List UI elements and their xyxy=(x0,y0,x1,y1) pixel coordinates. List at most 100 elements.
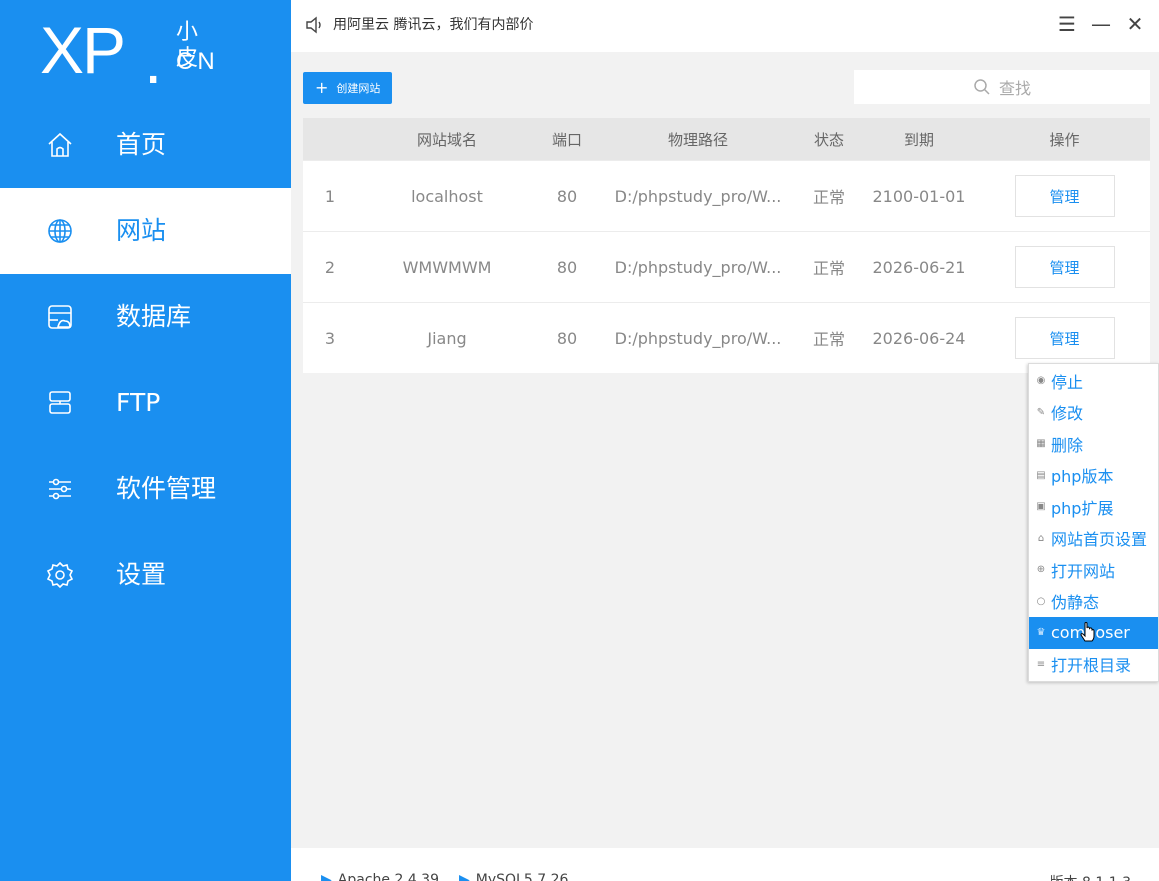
sidebar-nav: 首页 网站 数据库 FTP 软件管理 设置 xyxy=(0,102,291,618)
mysql-status[interactable]: ▶ MySQL5.7.26 xyxy=(459,872,568,881)
search-icon xyxy=(974,79,990,95)
php-extension-icon: ▣ xyxy=(1036,501,1046,513)
row-index: 3 xyxy=(324,328,336,348)
row-expire: 2026-06-24 xyxy=(872,328,966,348)
top-bar: 用阿里云 腾讯云，我们有内部价 ☰ — ✕ xyxy=(291,0,1159,52)
row-domain: WMWMWM xyxy=(402,257,492,277)
menu-item-open-site[interactable]: ⊕ 打开网站 xyxy=(1029,554,1158,586)
sidebar-item-label: 网站 xyxy=(116,216,167,245)
mysql-label: MySQL5.7.26 xyxy=(475,872,569,881)
row-state: 正常 xyxy=(812,188,845,207)
row-expire: 2026-06-21 xyxy=(872,257,966,277)
menu-item-homepage-settings[interactable]: ⌂ 网站首页设置 xyxy=(1029,523,1158,555)
globe-icon xyxy=(46,217,74,245)
trash-icon: ▦ xyxy=(1036,438,1046,450)
sidebar-item-software[interactable]: 软件管理 xyxy=(0,446,291,532)
table-row: 2 WMWMWM 80 D:/phpstudy_pro/W... 正常 2026… xyxy=(303,231,1150,302)
menu-item-edit[interactable]: ✎ 修改 xyxy=(1029,397,1158,429)
row-expire: 2100-01-01 xyxy=(872,186,966,206)
logo-xp: XP xyxy=(40,13,126,87)
minimize-button[interactable]: — xyxy=(1091,12,1111,36)
manage-button[interactable]: 管理 xyxy=(1014,317,1115,359)
speaker-icon xyxy=(305,15,323,35)
ftp-server-icon xyxy=(46,389,74,417)
php-version-icon: ▤ xyxy=(1036,469,1046,481)
play-icon: ▶ xyxy=(459,872,470,881)
sidebar-item-label: 数据库 xyxy=(116,302,192,331)
row-state: 正常 xyxy=(812,259,845,278)
close-button[interactable]: ✕ xyxy=(1125,12,1145,36)
website-table: 网站域名 端口 物理路径 状态 到期 操作 1 localhost 80 D:/… xyxy=(303,118,1150,373)
homepage-icon: ⌂ xyxy=(1037,532,1045,544)
logo-dot: . xyxy=(144,23,163,97)
sidebar-item-website[interactable]: 网站 xyxy=(0,188,291,274)
row-path: D:/phpstudy_pro/W... xyxy=(614,186,782,206)
row-port: 80 xyxy=(556,186,578,206)
search-input[interactable]: 查找 xyxy=(854,70,1150,104)
row-state: 正常 xyxy=(812,330,845,349)
manage-button[interactable]: 管理 xyxy=(1014,246,1115,288)
header-domain: 网站域名 xyxy=(416,130,477,149)
version-label: 版本 8.1.1.3 xyxy=(1050,872,1131,881)
menu-item-label: 打开根目录 xyxy=(1051,656,1132,676)
stop-icon: ◉ xyxy=(1036,375,1046,387)
header-path: 物理路径 xyxy=(667,130,728,149)
create-website-label: 创建网站 xyxy=(336,82,381,95)
status-footer: ▶ Apache 2.4.39 ▶ MySQL5.7.26 版本 8.1.1.3 xyxy=(291,848,1159,881)
menu-item-label: 打开网站 xyxy=(1051,561,1116,581)
promo-notice[interactable]: 用阿里云 腾讯云，我们有内部价 xyxy=(333,15,533,35)
gear-icon xyxy=(46,561,74,589)
sidebar-item-label: 软件管理 xyxy=(116,474,217,503)
row-action-cell: 管理 xyxy=(979,175,1150,217)
menu-item-label: 伪静态 xyxy=(1051,593,1100,613)
logo-cn: CN xyxy=(176,48,219,75)
table-row: 1 localhost 80 D:/phpstudy_pro/W... 正常 2… xyxy=(303,160,1150,231)
edit-icon: ✎ xyxy=(1036,406,1046,418)
menu-item-delete[interactable]: ▦ 删除 xyxy=(1029,428,1158,460)
row-path: D:/phpstudy_pro/W... xyxy=(614,257,782,277)
sidebar-item-label: FTP xyxy=(116,388,161,417)
create-website-button[interactable]: + 创建网站 xyxy=(303,72,393,104)
menu-icon[interactable]: ☰ xyxy=(1057,12,1077,36)
table-row: 3 Jiang 80 D:/phpstudy_pro/W... 正常 2026-… xyxy=(303,302,1150,373)
menu-item-label: 停止 xyxy=(1051,372,1084,392)
menu-item-open-root[interactable]: ≡ 打开根目录 xyxy=(1029,649,1158,681)
sidebar-item-database[interactable]: 数据库 xyxy=(0,274,291,360)
folder-list-icon: ≡ xyxy=(1036,658,1046,670)
sidebar-item-home[interactable]: 首页 xyxy=(0,102,291,188)
menu-item-stop[interactable]: ◉ 停止 xyxy=(1029,365,1158,397)
home-icon xyxy=(46,131,74,159)
row-port: 80 xyxy=(556,257,578,277)
composer-icon: ♛ xyxy=(1036,627,1046,639)
manage-button[interactable]: 管理 xyxy=(1014,175,1115,217)
rewrite-icon: ○ xyxy=(1036,595,1046,607)
play-icon: ▶ xyxy=(321,872,332,881)
menu-item-label: 修改 xyxy=(1051,404,1084,424)
row-domain: localhost xyxy=(411,186,483,206)
header-action: 操作 xyxy=(1049,130,1080,149)
window-controls: ☰ — ✕ xyxy=(1057,12,1145,36)
database-icon xyxy=(46,303,74,331)
search-placeholder: 查找 xyxy=(998,79,1031,98)
menu-item-label: php扩展 xyxy=(1051,498,1114,518)
row-index: 2 xyxy=(324,257,336,277)
sliders-icon xyxy=(46,475,74,503)
sidebar-item-ftp[interactable]: FTP xyxy=(0,360,291,446)
sidebar: XP . 小皮 CN 首页 网站 数据库 FTP 软件管理 设置 xyxy=(0,0,291,881)
mouse-cursor-icon xyxy=(1080,622,1095,642)
apache-status[interactable]: ▶ Apache 2.4.39 xyxy=(321,872,439,881)
menu-item-label: 删除 xyxy=(1051,435,1084,455)
menu-item-php-extension[interactable]: ▣ php扩展 xyxy=(1029,491,1158,523)
row-index: 1 xyxy=(324,186,336,206)
sidebar-item-settings[interactable]: 设置 xyxy=(0,532,291,618)
row-action-cell: 管理 xyxy=(979,317,1150,359)
menu-item-php-version[interactable]: ▤ php版本 xyxy=(1029,460,1158,492)
sidebar-item-label: 设置 xyxy=(116,560,167,589)
apache-label: Apache 2.4.39 xyxy=(337,872,439,881)
row-action-cell: 管理 xyxy=(979,246,1150,288)
open-site-icon: ⊕ xyxy=(1036,564,1046,576)
sidebar-item-label: 首页 xyxy=(116,130,167,159)
menu-item-rewrite[interactable]: ○ 伪静态 xyxy=(1029,586,1158,618)
header-state: 状态 xyxy=(813,130,844,149)
plus-icon: + xyxy=(315,78,329,97)
